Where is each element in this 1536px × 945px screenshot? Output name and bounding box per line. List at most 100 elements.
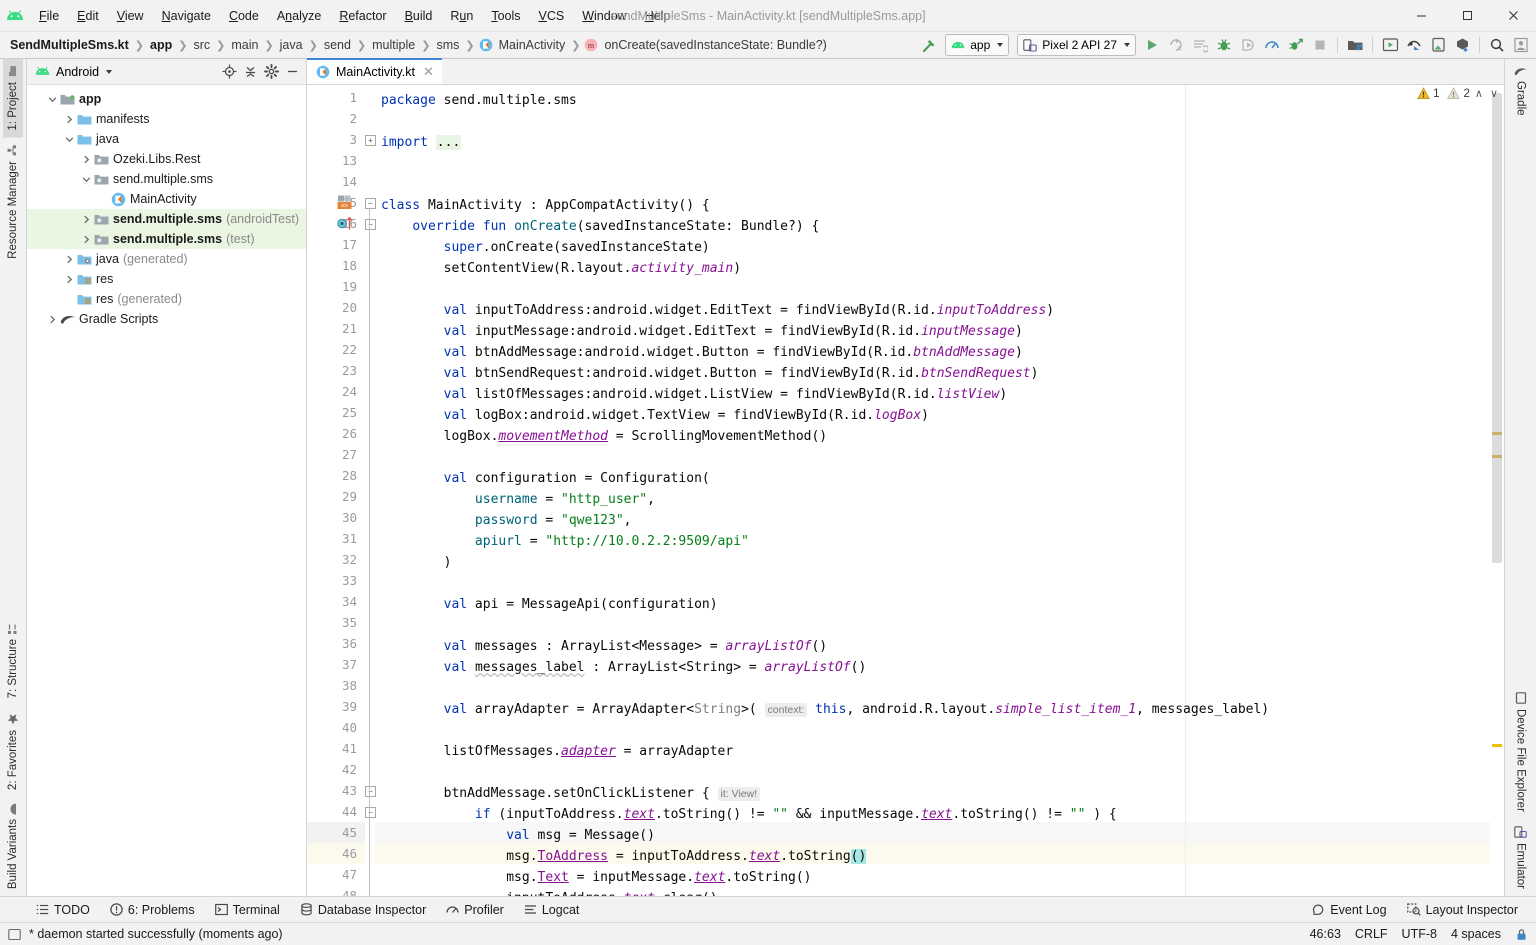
breadcrumb-item-send[interactable]: send xyxy=(322,38,353,52)
code-line[interactable]: username = "http_user", xyxy=(381,489,655,510)
tree-node-send-multiple-sms[interactable]: send.multiple.sms xyxy=(27,169,306,189)
code-line[interactable]: val logBox:android.widget.TextView = fin… xyxy=(381,405,929,426)
chevron-down-icon[interactable] xyxy=(106,69,113,74)
tool-window-database-inspector[interactable]: Database Inspector xyxy=(290,901,436,919)
error-stripe-scrollbar[interactable] xyxy=(1490,85,1504,896)
code-line[interactable]: val api = MessageApi(configuration) xyxy=(381,594,718,615)
sidebar-item-device-file-explorer[interactable]: Device File Explorer xyxy=(1511,685,1531,819)
sdk-manager-icon[interactable] xyxy=(1344,34,1366,56)
code-line[interactable]: val msg = Message() xyxy=(381,825,655,846)
chevron-right-icon[interactable] xyxy=(62,115,76,124)
stop-icon[interactable] xyxy=(1309,34,1331,56)
sidebar-item-favorites[interactable]: 2: Favorites xyxy=(3,706,23,797)
tool-window-profiler[interactable]: Profiler xyxy=(436,901,514,919)
tool-window-todo[interactable]: TODO xyxy=(26,901,100,919)
debug-icon[interactable] xyxy=(1213,34,1235,56)
run-icon[interactable] xyxy=(1141,34,1163,56)
chevron-right-icon[interactable] xyxy=(62,275,76,284)
code-line[interactable]: inputToAddress.text.clear() xyxy=(381,888,717,896)
sidebar-item-project[interactable]: 1: Project xyxy=(3,59,23,138)
code-line[interactable]: val inputToAddress:android.widget.EditTe… xyxy=(381,300,1055,321)
breadcrumb-item-class[interactable]: MainActivity xyxy=(497,38,568,52)
override-method-gutter-icon[interactable] xyxy=(337,216,354,231)
code-line[interactable]: setContentView(R.layout.activity_main) xyxy=(381,258,741,279)
menu-vcs[interactable]: VCS xyxy=(530,7,574,25)
close-icon[interactable]: ✕ xyxy=(423,64,434,80)
previous-problem-icon[interactable]: ∧ xyxy=(1473,87,1485,100)
code-line[interactable]: logBox.movementMethod = ScrollingMovemen… xyxy=(381,426,828,447)
lock-icon[interactable] xyxy=(1515,928,1528,941)
inspection-widget[interactable]: 1 2 ∧ ∨ xyxy=(1417,87,1500,100)
indent-setting[interactable]: 4 spaces xyxy=(1451,927,1501,941)
code-line[interactable]: val arrayAdapter = ArrayAdapter<String>(… xyxy=(381,699,1269,721)
breadcrumb-item-method[interactable]: onCreate(savedInstanceState: Bundle?) xyxy=(602,38,828,52)
sidebar-item-resource-manager[interactable]: Resource Manager xyxy=(3,138,23,266)
code-line[interactable]: import ... xyxy=(381,132,462,153)
chevron-down-icon[interactable] xyxy=(62,135,76,144)
status-message[interactable]: * daemon started successfully (moments a… xyxy=(29,927,283,941)
warning-mark[interactable] xyxy=(1492,432,1502,435)
tree-node-send-multiple-sms[interactable]: send.multiple.sms (test) xyxy=(27,229,306,249)
tool-window-6-problems[interactable]: 6: Problems xyxy=(100,901,205,919)
menu-code[interactable]: Code xyxy=(220,7,268,25)
tool-window-logcat[interactable]: Logcat xyxy=(514,901,590,919)
tool-window-terminal[interactable]: Terminal xyxy=(205,901,290,919)
tool-window-layout-inspector[interactable]: Layout Inspector xyxy=(1397,901,1528,919)
chevron-right-icon[interactable] xyxy=(79,155,93,164)
breadcrumb-item-src[interactable]: src xyxy=(191,38,212,52)
attach-debugger-icon[interactable] xyxy=(1237,34,1259,56)
sidebar-item-structure[interactable]: 7: Structure xyxy=(3,616,23,705)
menu-view[interactable]: View xyxy=(108,7,153,25)
chevron-right-icon[interactable] xyxy=(45,315,59,324)
breadcrumb-item-main[interactable]: main xyxy=(229,38,260,52)
menu-build[interactable]: Build xyxy=(396,7,442,25)
tree-node-app[interactable]: app xyxy=(27,89,306,109)
next-problem-icon[interactable]: ∨ xyxy=(1488,87,1500,100)
code-line[interactable]: override fun onCreate(savedInstanceState… xyxy=(381,216,819,237)
apply-changes-icon[interactable]: A xyxy=(1165,34,1187,56)
code-content[interactable]: package send.multiple.sms import ... class… xyxy=(375,85,1490,896)
settings-icon[interactable] xyxy=(261,62,281,82)
code-line[interactable]: super.onCreate(savedInstanceState) xyxy=(381,237,710,258)
chevron-right-icon[interactable] xyxy=(79,215,93,224)
sidebar-item-gradle[interactable]: Gradle xyxy=(1510,59,1532,123)
tree-node-send-multiple-sms[interactable]: send.multiple.sms (androidTest) xyxy=(27,209,306,229)
code-line[interactable]: val listOfMessages:android.widget.ListVi… xyxy=(381,384,1008,405)
layout-inspector-icon[interactable] xyxy=(1403,34,1425,56)
project-view-selector-label[interactable]: Android xyxy=(56,65,99,79)
code-line[interactable]: msg.ToAddress = inputToAddress.text.toSt… xyxy=(381,846,867,867)
maximize-button[interactable] xyxy=(1444,0,1490,31)
code-line[interactable]: apiurl = "http://10.0.2.2:9509/api" xyxy=(381,531,749,552)
run-coverage-icon[interactable] xyxy=(1285,34,1307,56)
menu-run[interactable]: Run xyxy=(441,7,482,25)
menu-file[interactable]: File xyxy=(30,7,68,25)
chevron-down-icon[interactable] xyxy=(79,175,93,184)
collapse-all-icon[interactable] xyxy=(240,62,260,82)
module-selector[interactable]: app xyxy=(945,34,1010,56)
code-line[interactable]: val messages_label : ArrayList<String> =… xyxy=(381,657,867,678)
code-line[interactable]: if (inputToAddress.text.toString() != ""… xyxy=(381,804,1117,825)
menu-help[interactable]: Help xyxy=(636,7,680,25)
file-encoding[interactable]: UTF-8 xyxy=(1402,927,1437,941)
menu-navigate[interactable]: Navigate xyxy=(153,7,220,25)
code-line[interactable]: password = "qwe123", xyxy=(381,510,632,531)
tree-node-res[interactable]: res xyxy=(27,269,306,289)
chevron-right-icon[interactable] xyxy=(62,255,76,264)
warning-mark[interactable] xyxy=(1492,744,1502,747)
apply-code-changes-icon[interactable] xyxy=(1189,34,1211,56)
code-line[interactable]: val btnAddMessage:android.widget.Button … xyxy=(381,342,1023,363)
profiler-icon[interactable] xyxy=(1261,34,1283,56)
tree-node-gradle-scripts[interactable]: Gradle Scripts xyxy=(27,309,306,329)
code-line[interactable]: val inputMessage:android.widget.EditText… xyxy=(381,321,1023,342)
menu-tools[interactable]: Tools xyxy=(482,7,529,25)
chevron-down-icon[interactable] xyxy=(45,95,59,104)
project-tree[interactable]: app manifests java Ozeki.Libs.Rest send.mult… xyxy=(27,85,306,896)
code-line[interactable]: btnAddMessage.setOnClickListener { it: V… xyxy=(381,783,761,805)
tree-node-res[interactable]: res (generated) xyxy=(27,289,306,309)
breadcrumb-item-java[interactable]: java xyxy=(278,38,305,52)
code-line[interactable]: msg.Text = inputMessage.text.toString() xyxy=(381,867,811,888)
tree-node-manifests[interactable]: manifests xyxy=(27,109,306,129)
chevron-right-icon[interactable] xyxy=(79,235,93,244)
tree-node-java[interactable]: java (generated) xyxy=(27,249,306,269)
avd-manager-icon[interactable] xyxy=(1379,34,1401,56)
